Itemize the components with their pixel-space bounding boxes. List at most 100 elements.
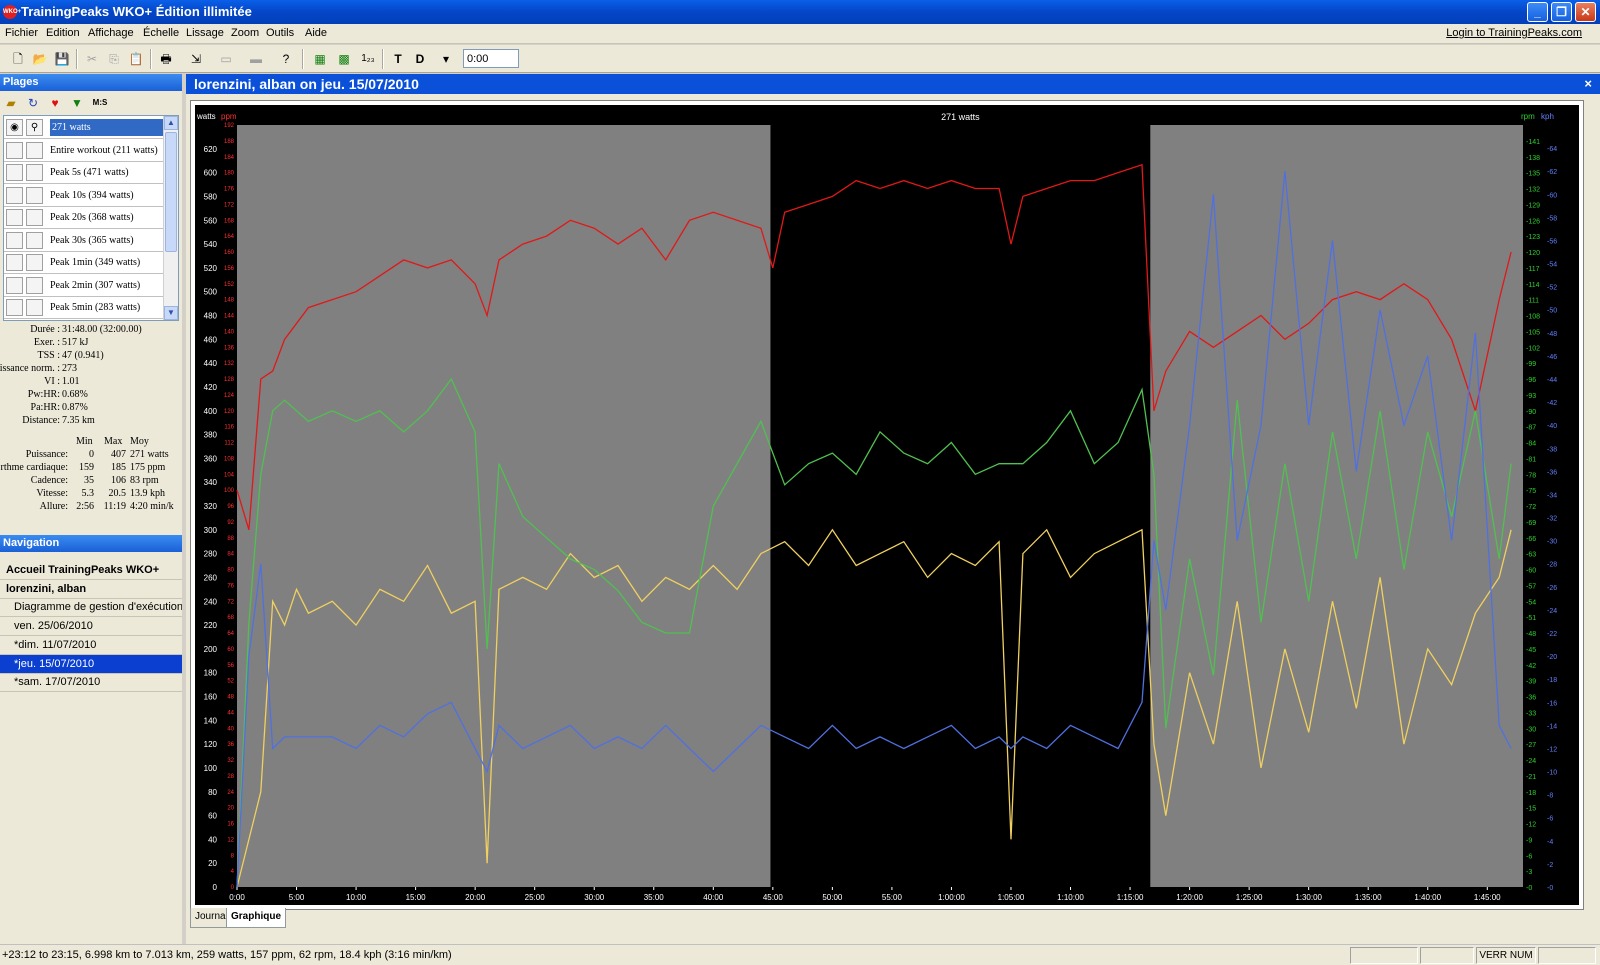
scroll-thumb[interactable] bbox=[165, 132, 177, 252]
menu-outils[interactable]: Outils bbox=[266, 27, 294, 39]
refresh-icon[interactable]: ↻ bbox=[25, 95, 41, 111]
visibility-checkbox[interactable] bbox=[6, 276, 23, 294]
dropdown-arrow-icon[interactable]: ▾ bbox=[436, 49, 456, 69]
close-window-button[interactable]: ✕ bbox=[1575, 2, 1596, 22]
menu-zoom[interactable]: Zoom bbox=[231, 27, 259, 39]
nav-item[interactable]: Accueil TrainingPeaks WKO+ bbox=[0, 561, 182, 580]
menu-lissage[interactable]: Lissage bbox=[186, 27, 224, 39]
disabled-tool-icon[interactable]: ▭ bbox=[216, 49, 236, 69]
lock-checkbox[interactable] bbox=[26, 276, 43, 294]
print-icon[interactable]: 🖶 bbox=[156, 49, 176, 69]
nav-item[interactable]: Diagramme de gestion d'exécution bbox=[0, 598, 183, 618]
workout-chart[interactable]: 271 watts watts ppm rpm kph 0 20 40 60 80 100 120 14… bbox=[195, 105, 1579, 905]
menu-fichier[interactable]: Fichier bbox=[5, 27, 38, 39]
range-label: Peak 2min (307 watts) bbox=[50, 279, 141, 291]
copy-icon[interactable]: ⎘ bbox=[104, 49, 124, 69]
range-row[interactable]: ◉ ⚲ 271 watts bbox=[4, 117, 164, 139]
paste-icon[interactable]: 📋 bbox=[126, 49, 146, 69]
folder-icon[interactable]: ▰ bbox=[3, 95, 19, 111]
range-row[interactable]: Peak 1min (349 watts) bbox=[4, 252, 164, 274]
range-row[interactable]: Peak 20s (368 watts) bbox=[4, 207, 164, 229]
cut-icon[interactable]: ✂ bbox=[82, 49, 102, 69]
stats-table-row: Vitesse: 5.3 20.5 13.9 kph bbox=[0, 488, 182, 501]
ppm-tick-label: 184 bbox=[224, 155, 235, 161]
range-row[interactable]: Peak 5min (283 watts) bbox=[4, 297, 164, 319]
distance-axis-button[interactable]: D bbox=[410, 49, 430, 69]
lock-checkbox[interactable] bbox=[26, 141, 43, 159]
ppm-tick-label: 120 bbox=[224, 409, 235, 415]
visibility-checkbox[interactable] bbox=[6, 141, 23, 159]
heart-icon[interactable]: ♥ bbox=[47, 95, 63, 111]
watts-tick-label: 260 bbox=[204, 573, 218, 582]
lock-checkbox[interactable] bbox=[26, 164, 43, 181]
nav-item[interactable]: ven. 25/06/2010 bbox=[0, 617, 182, 637]
range-label: Peak 5min (283 watts) bbox=[50, 302, 141, 313]
range-row[interactable]: Peak 10s (394 watts) bbox=[4, 185, 164, 207]
help-icon[interactable]: ? bbox=[276, 49, 296, 69]
visibility-checkbox[interactable] bbox=[6, 254, 23, 271]
nav-item[interactable]: *dim. 11/07/2010 bbox=[0, 636, 182, 655]
rpm-tick-label: -120 bbox=[1526, 250, 1540, 257]
menu-affichage[interactable]: Affichage bbox=[88, 27, 134, 39]
disabled-tool-icon[interactable]: ▬ bbox=[246, 49, 266, 69]
eye-icon[interactable]: ◉ bbox=[6, 119, 23, 136]
time-axis-button[interactable]: T bbox=[388, 49, 408, 69]
kph-tick-label: -12 bbox=[1547, 746, 1557, 753]
new-file-icon[interactable]: 🗋 bbox=[8, 49, 28, 69]
visibility-checkbox[interactable] bbox=[6, 209, 23, 226]
chart-overlay-icon[interactable]: ▩ bbox=[334, 49, 354, 69]
watts-tick-label: 600 bbox=[204, 169, 218, 178]
export-icon[interactable]: ⇲ bbox=[186, 49, 206, 69]
stats-column-header: Min bbox=[76, 436, 93, 447]
visibility-checkbox[interactable] bbox=[6, 231, 23, 249]
save-icon[interactable]: 💾 bbox=[52, 49, 72, 69]
time-input[interactable] bbox=[463, 49, 519, 68]
x-tick-label: 40:00 bbox=[703, 893, 724, 902]
chart-view-icon[interactable]: ▦ bbox=[310, 49, 330, 69]
ppm-tick-label: 128 bbox=[224, 377, 235, 383]
pin-icon[interactable]: ⚲ bbox=[26, 119, 43, 136]
nav-item[interactable]: *jeu. 15/07/2010 bbox=[0, 654, 182, 674]
range-row[interactable]: Peak 2min (307 watts) bbox=[4, 275, 164, 297]
minutes-seconds-icon[interactable]: M:S bbox=[89, 95, 111, 111]
watts-tick-label: 520 bbox=[204, 264, 218, 273]
chart-title: 271 watts bbox=[941, 112, 980, 122]
scroll-down-icon[interactable]: ▼ bbox=[164, 306, 178, 320]
watts-tick-label: 100 bbox=[204, 764, 218, 773]
lock-checkbox[interactable] bbox=[26, 254, 43, 271]
range-row[interactable]: Peak 30s (365 watts) bbox=[4, 230, 164, 252]
numbers-icon[interactable]: 1₂₃ bbox=[358, 49, 378, 69]
watts-tick-label: 80 bbox=[208, 788, 217, 797]
login-link[interactable]: Login to TrainingPeaks.com bbox=[1446, 27, 1582, 39]
menu-echelle[interactable]: Échelle bbox=[143, 27, 179, 39]
nav-item[interactable]: *sam. 17/07/2010 bbox=[0, 673, 182, 693]
minimize-button[interactable]: _ bbox=[1527, 2, 1548, 22]
range-row[interactable]: Entire workout (211 watts) bbox=[4, 140, 164, 162]
stats-table-min: 5.3 bbox=[81, 488, 95, 499]
close-workout-icon[interactable]: × bbox=[1584, 74, 1592, 94]
kph-tick-label: -18 bbox=[1547, 677, 1557, 684]
visibility-checkbox[interactable] bbox=[6, 299, 23, 316]
nav-item[interactable]: lorenzini, alban bbox=[0, 580, 182, 599]
range-label: 271 watts bbox=[50, 119, 164, 136]
visibility-checkbox[interactable] bbox=[6, 186, 23, 204]
lock-checkbox[interactable] bbox=[26, 231, 43, 249]
range-row[interactable]: Peak 5s (471 watts) bbox=[4, 162, 164, 184]
range-label: Entire workout (211 watts) bbox=[50, 144, 158, 156]
kph-tick-label: -24 bbox=[1547, 608, 1557, 615]
open-folder-icon[interactable]: 📂 bbox=[30, 49, 50, 69]
rpm-tick-label: -102 bbox=[1526, 345, 1540, 352]
restore-button[interactable]: ❐ bbox=[1551, 2, 1572, 22]
visibility-checkbox[interactable] bbox=[6, 164, 23, 181]
lock-checkbox[interactable] bbox=[26, 209, 43, 226]
x-tick-label: 1:00:00 bbox=[938, 893, 965, 902]
scroll-up-icon[interactable]: ▲ bbox=[164, 116, 178, 130]
stats-table-row: Puissance: 0 407 271 watts bbox=[0, 449, 182, 462]
peak-icon[interactable]: ▼ bbox=[69, 95, 85, 111]
menu-aide[interactable]: Aide bbox=[305, 27, 327, 39]
tab-graphique[interactable]: Graphique bbox=[226, 908, 287, 928]
lock-checkbox[interactable] bbox=[26, 299, 43, 316]
range-scrollbar[interactable]: ▲ ▼ bbox=[163, 116, 178, 320]
lock-checkbox[interactable] bbox=[26, 186, 43, 204]
menu-edition[interactable]: Edition bbox=[46, 27, 80, 39]
